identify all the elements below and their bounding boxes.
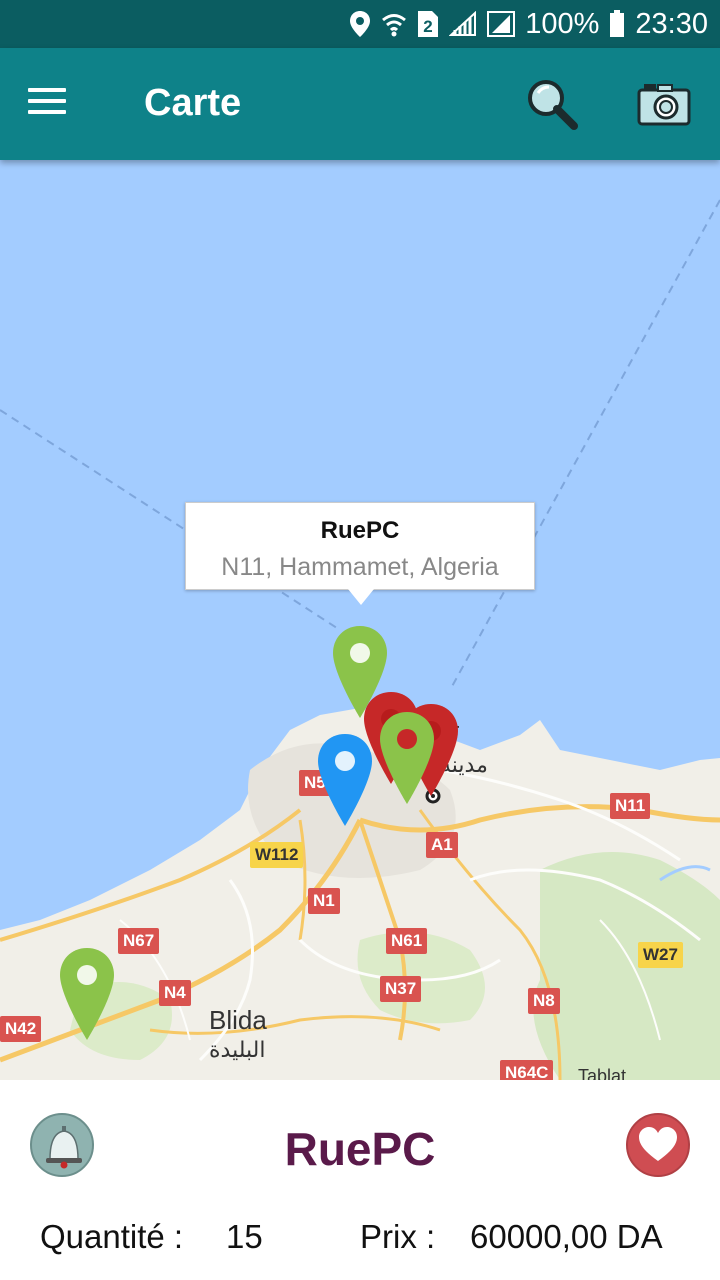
road-label-n11: N11 xyxy=(610,793,651,819)
clock: 23:30 xyxy=(635,7,708,40)
map-marker-green[interactable] xyxy=(378,710,436,806)
location-icon xyxy=(349,10,371,38)
search-button[interactable] xyxy=(524,76,580,132)
info-window-tail xyxy=(348,589,374,605)
signal-icon xyxy=(449,11,477,37)
shop-name: RuePC xyxy=(284,1123,436,1175)
road-label-n4: N4 xyxy=(159,980,191,1006)
road-label-n42: N42 xyxy=(0,1016,42,1042)
city-label-blida-ar: البليدة xyxy=(209,1037,266,1062)
city-label-blida: Blida xyxy=(209,1005,267,1035)
menu-icon xyxy=(28,88,66,92)
battery-icon xyxy=(609,10,625,38)
heart-icon xyxy=(639,1127,677,1161)
road-label-n61: N61 xyxy=(386,928,428,954)
search-icon xyxy=(528,80,578,130)
road-label-a1: A1 xyxy=(426,832,458,858)
shop-details-panel: RuePC Quantité : 15 Prix : 60000,00 DA xyxy=(0,1080,720,1280)
menu-button[interactable] xyxy=(24,78,72,126)
sim-slot-number: 2 xyxy=(424,17,433,36)
favorite-button[interactable] xyxy=(626,1113,690,1177)
price-value: 60000,00 DA xyxy=(470,1218,663,1255)
page-title: Carte xyxy=(144,82,242,124)
road-label-w27: W27 xyxy=(638,942,683,968)
price-label: Prix : xyxy=(360,1218,436,1255)
map-base xyxy=(0,199,720,1080)
app-bar: Carte xyxy=(0,48,720,160)
camera-icon xyxy=(637,84,691,126)
wifi-icon xyxy=(381,11,407,37)
camera-button[interactable] xyxy=(636,78,692,130)
battery-percent: 100% xyxy=(525,7,600,40)
road-label-n67: N67 xyxy=(118,928,160,954)
info-window-title: RuePC xyxy=(320,517,400,544)
map-marker-blue[interactable] xyxy=(316,732,374,828)
marker-info-window[interactable]: RuePC N11, Hammamet, Algeria xyxy=(185,502,535,605)
road-label-n64c: N64C xyxy=(500,1060,554,1080)
road-label-n1: N1 xyxy=(308,888,340,914)
city-label-tablat: Tablat xyxy=(578,1066,627,1080)
road-label-w112: W112 xyxy=(250,842,304,868)
map-marker-green[interactable] xyxy=(58,946,116,1042)
sim-2-icon: 2 xyxy=(417,10,439,38)
road-label-n8: N8 xyxy=(528,988,560,1014)
map-view[interactable]: N5 W112 A1 N11 N1 N61 N67 W27 N4 N37 N8 … xyxy=(0,160,720,1080)
quantity-label: Quantité : xyxy=(40,1218,184,1255)
quantity-value: 15 xyxy=(226,1218,263,1255)
road-label-n37: N37 xyxy=(380,976,422,1002)
status-icons: 2 100% 23:30 xyxy=(349,0,708,48)
status-bar: 2 100% 23:30 xyxy=(0,0,720,48)
signal-icon xyxy=(487,11,516,37)
info-window-address: N11, Hammamet, Algeria xyxy=(221,553,499,581)
